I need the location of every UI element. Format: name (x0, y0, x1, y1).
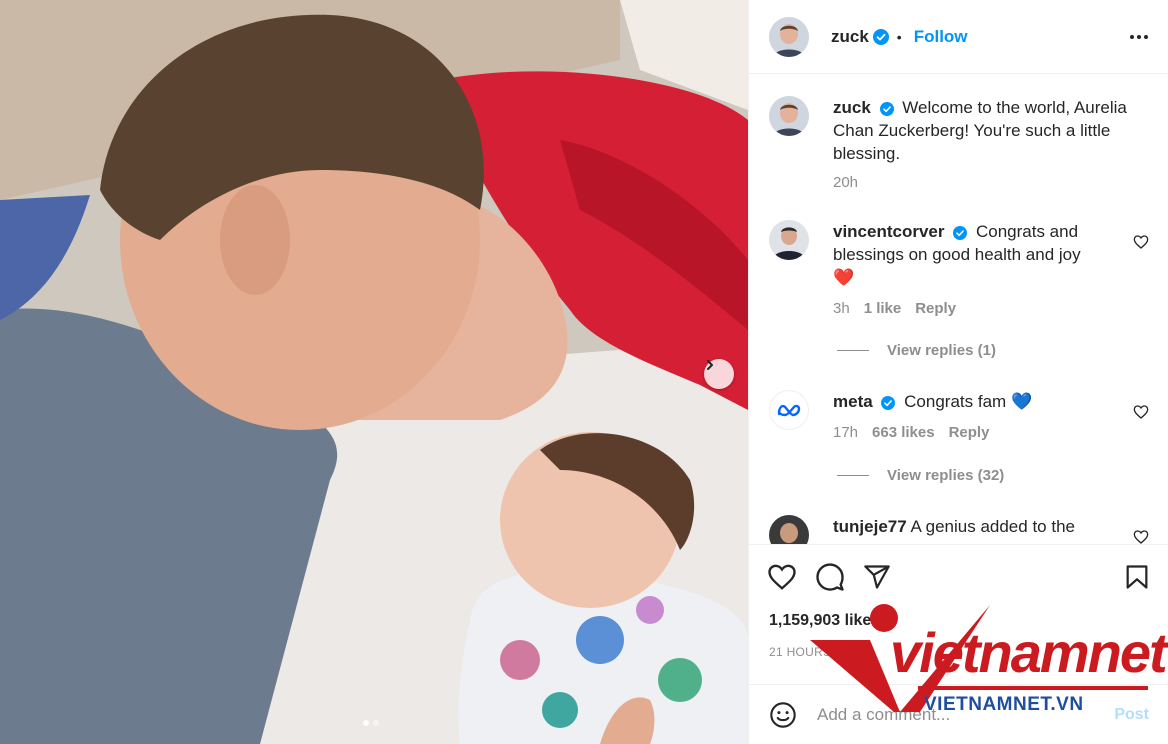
next-photo-button[interactable] (704, 359, 734, 389)
post-header: zuck • Follow (749, 0, 1168, 74)
view-replies-button[interactable]: View replies (32) (837, 467, 1004, 484)
share-button[interactable] (863, 563, 891, 591)
commenter-avatar[interactable] (769, 390, 809, 430)
save-button[interactable] (1123, 563, 1151, 591)
verified-badge-icon (879, 101, 894, 116)
tunjeje77-avatar-image (769, 515, 809, 544)
meta-logo-icon (777, 404, 801, 417)
comment-username[interactable]: tunjeje77 (833, 517, 907, 536)
more-icon-dot (1137, 34, 1141, 39)
verified-badge-icon (953, 225, 968, 240)
view-replies-button[interactable]: View replies (1) (837, 342, 996, 359)
vincentcorver-avatar-image (769, 220, 809, 260)
comment-reply-button[interactable]: Reply (949, 421, 990, 444)
comment-likes[interactable]: 663 likes (872, 421, 935, 444)
like-button[interactable] (767, 562, 797, 592)
caption-username[interactable]: zuck (833, 98, 871, 117)
post-actions (749, 544, 1168, 608)
comment-text: Congrats fam (904, 392, 1007, 411)
comment-username[interactable]: meta (833, 392, 873, 411)
heart-outline-icon[interactable] (1133, 404, 1149, 420)
comment-time: 3h (833, 300, 850, 317)
carousel-dot (373, 720, 379, 726)
heart-outline-icon[interactable] (1133, 234, 1149, 250)
header-separator: • (896, 28, 902, 45)
commenter-avatar[interactable] (769, 220, 809, 260)
share-icon (864, 564, 890, 589)
comment-text: A genius added to the (910, 517, 1075, 536)
view-replies-line (837, 350, 869, 351)
carousel-dot-active (363, 720, 369, 726)
photo-illustration (0, 0, 748, 744)
heart-outline-icon (768, 564, 796, 590)
zuck-avatar-image (769, 16, 809, 57)
comment-emoji: 💙 (1010, 392, 1033, 411)
chevron-right-icon (707, 360, 713, 370)
comment-input[interactable] (817, 704, 1115, 725)
verified-badge-icon (881, 395, 896, 410)
post-comment-button[interactable]: Post (1114, 706, 1149, 724)
comment-item: vincentcorver Congrats and blessings on … (769, 220, 1149, 320)
post-timestamp: 21 HOURS (769, 645, 832, 659)
caption-text: Welcome to the world, Aurelia Chan Zucke… (833, 98, 1127, 163)
more-options-button[interactable] (1130, 34, 1148, 39)
more-icon (1130, 34, 1134, 39)
post-side-panel: zuck • Follow zuck Welcome to the world,… (748, 0, 1168, 744)
likes-count[interactable]: 1,159,903 like (769, 612, 871, 630)
author-username[interactable]: zuck (831, 27, 869, 47)
comment-item: tunjeje77 A genius added to the (769, 515, 1149, 544)
zuck-avatar-image (769, 96, 809, 136)
comment-reply-button[interactable]: Reply (915, 297, 956, 320)
comments-list[interactable]: zuck Welcome to the world, Aurelia Chan … (749, 74, 1168, 544)
follow-button[interactable]: Follow (914, 27, 968, 47)
post-photo[interactable] (0, 0, 748, 744)
comment-item: meta Congrats fam 💙 17h 663 likes Reply (769, 390, 1149, 444)
comment-username[interactable]: vincentcorver (833, 222, 945, 241)
bookmark-icon (1126, 564, 1148, 589)
add-comment-bar: Post (749, 684, 1168, 744)
comment-emoji: ❤️ (833, 268, 855, 287)
view-replies-label: View replies (32) (887, 467, 1005, 484)
caption-avatar[interactable] (769, 96, 809, 136)
commenter-avatar[interactable] (769, 515, 809, 544)
heart-outline-icon[interactable] (1133, 529, 1149, 544)
comment-time: 17h (833, 424, 859, 441)
author-avatar[interactable] (769, 16, 809, 57)
more-icon-dot (1144, 34, 1148, 39)
caption-time: 20h (833, 174, 859, 191)
view-replies-line (837, 475, 869, 476)
verified-badge-icon (872, 28, 889, 45)
caption: zuck Welcome to the world, Aurelia Chan … (769, 96, 1149, 194)
emoji-icon[interactable] (769, 701, 797, 729)
view-replies-label: View replies (1) (887, 342, 996, 359)
carousel-dots (363, 720, 379, 726)
comment-icon (816, 562, 844, 591)
comment-likes[interactable]: 1 like (864, 297, 902, 320)
comment-button[interactable] (815, 562, 845, 592)
